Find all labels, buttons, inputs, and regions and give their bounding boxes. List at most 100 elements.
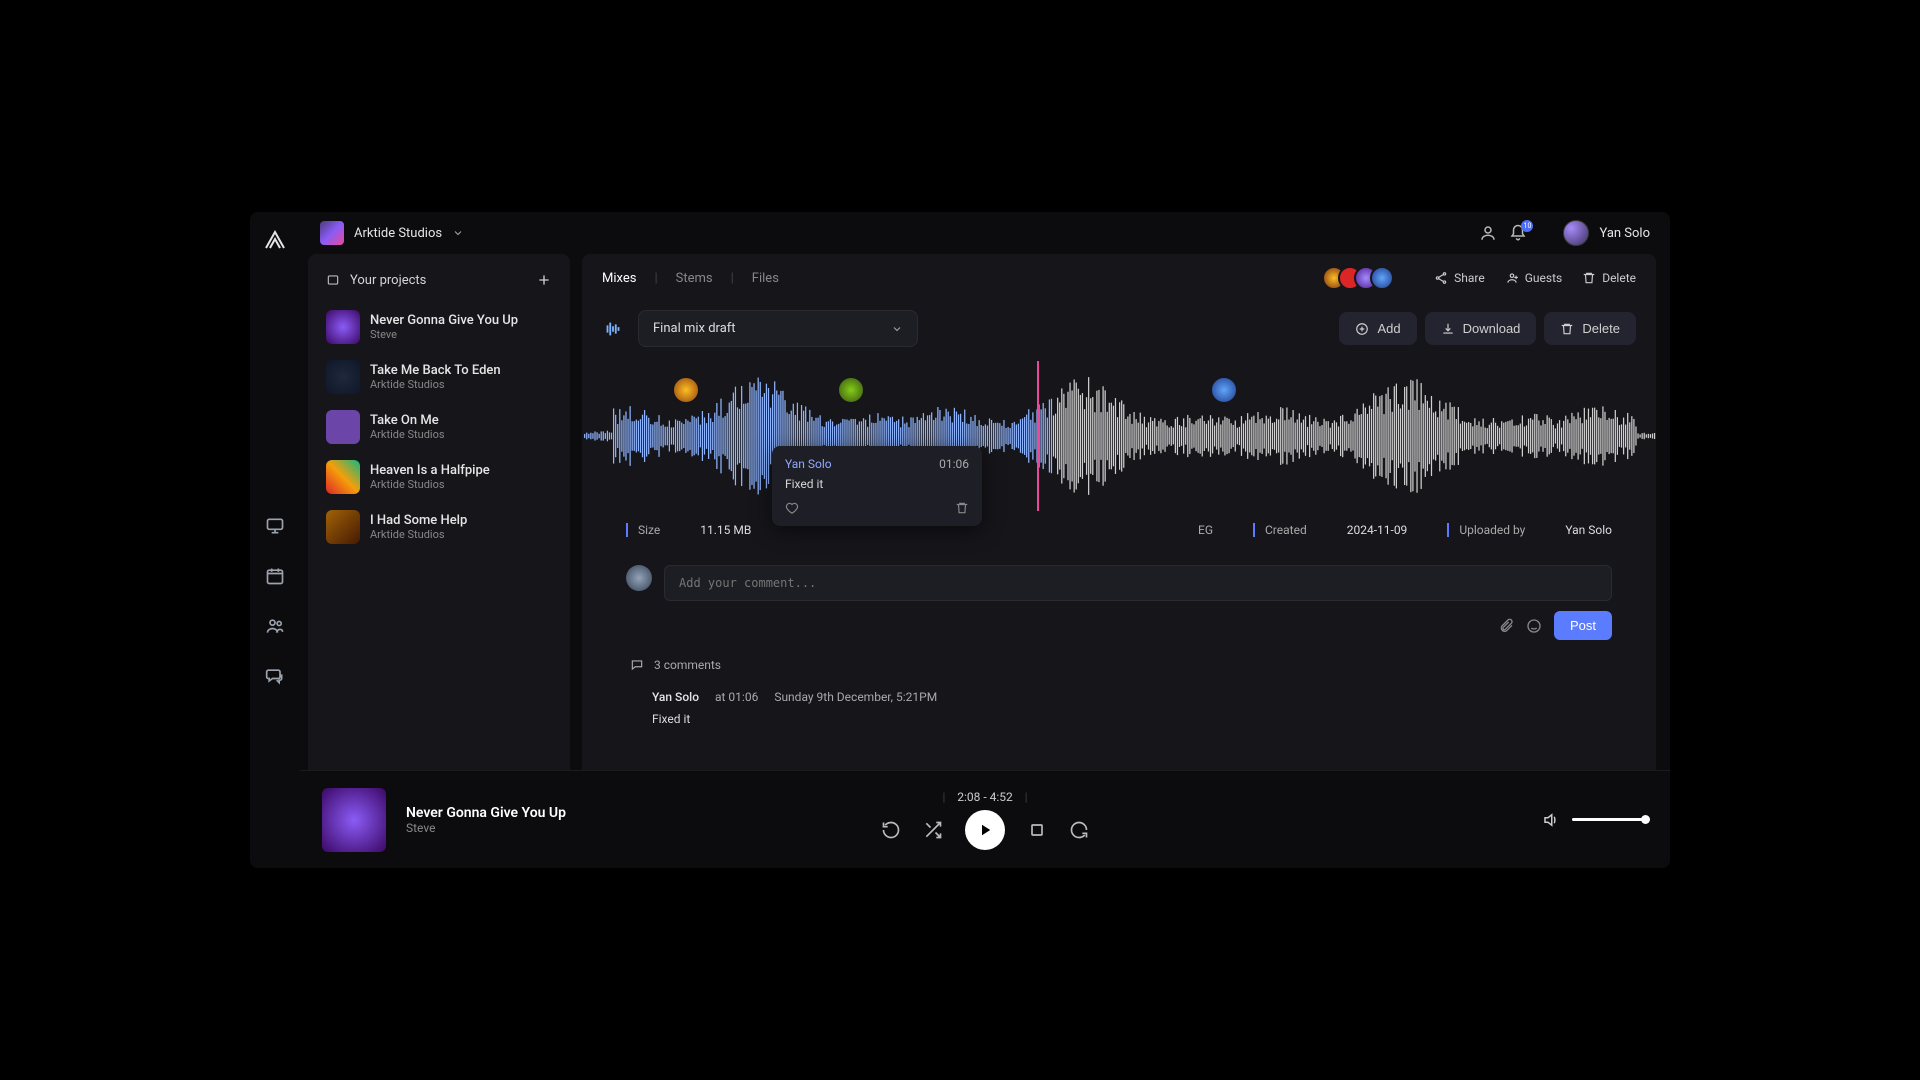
add-mix-button[interactable]: Add bbox=[1339, 312, 1416, 345]
project-thumb bbox=[326, 360, 360, 394]
tab-mixes[interactable]: Mixes bbox=[602, 271, 636, 286]
comment-date: Sunday 9th December, 5:21PM bbox=[774, 690, 937, 704]
workspace-avatar bbox=[320, 221, 344, 245]
collaborator-avatar bbox=[1370, 266, 1394, 290]
playhead[interactable] bbox=[1037, 361, 1039, 511]
main-area: Arktide Studios 10 Yan Solo Your project… bbox=[300, 212, 1670, 868]
nav-calendar-icon[interactable] bbox=[265, 566, 285, 586]
project-title: Never Gonna Give You Up bbox=[370, 313, 518, 328]
folder-icon bbox=[326, 273, 340, 287]
comment-popup: Yan Solo 01:06 Fixed it bbox=[772, 446, 982, 526]
delete-mix-button[interactable]: Delete bbox=[1544, 312, 1636, 345]
meta-format-value: EG bbox=[1198, 523, 1213, 537]
meta-size-label: Size bbox=[638, 523, 660, 537]
comment-entry: Yan Solo at 01:06 Sunday 9th December, 5… bbox=[582, 682, 1656, 734]
forward-button[interactable] bbox=[1069, 820, 1089, 840]
waveform-comment-marker[interactable] bbox=[1210, 376, 1238, 404]
player-artist: Steve bbox=[406, 821, 566, 835]
waveform-comment-marker[interactable] bbox=[837, 376, 865, 404]
projects-title: Your projects bbox=[350, 273, 426, 288]
chevron-down-icon bbox=[452, 227, 464, 239]
tab-stems[interactable]: Stems bbox=[676, 271, 713, 286]
player-bar: Never Gonna Give You Up Steve | 2:08 - 4… bbox=[300, 770, 1670, 868]
add-project-button[interactable] bbox=[536, 272, 552, 288]
meta-created-value: 2024-11-09 bbox=[1347, 523, 1408, 537]
volume-control[interactable] bbox=[1542, 811, 1646, 829]
account-icon[interactable] bbox=[1479, 224, 1497, 242]
player-title: Never Gonna Give You Up bbox=[406, 805, 566, 821]
comment-input[interactable] bbox=[664, 565, 1612, 601]
trash-icon[interactable] bbox=[955, 501, 969, 515]
project-subtitle: Arktide Studios bbox=[370, 428, 445, 441]
mix-select-label: Final mix draft bbox=[653, 321, 736, 336]
share-button[interactable]: Share bbox=[1434, 271, 1485, 285]
project-thumb bbox=[326, 460, 360, 494]
meta-created-label: Created bbox=[1265, 523, 1307, 537]
delete-project-button[interactable]: Delete bbox=[1582, 271, 1636, 285]
user-menu[interactable]: Yan Solo bbox=[1563, 220, 1650, 246]
app-shell: Arktide Studios 10 Yan Solo Your project… bbox=[250, 212, 1670, 868]
project-title: I Had Some Help bbox=[370, 513, 467, 528]
popup-author: Yan Solo bbox=[785, 457, 832, 471]
guests-button[interactable]: Guests bbox=[1505, 271, 1562, 285]
mix-controls-row: Final mix draft Add Download Delete bbox=[582, 302, 1656, 355]
waveform-comment-marker[interactable] bbox=[672, 376, 700, 404]
meta-uploaded-value: Yan Solo bbox=[1565, 523, 1612, 537]
collaborators[interactable] bbox=[1330, 266, 1394, 290]
project-thumb bbox=[326, 510, 360, 544]
detail-tabs: Mixes | Stems | Files bbox=[602, 271, 779, 286]
nav-monitor-icon[interactable] bbox=[265, 516, 285, 536]
project-thumb bbox=[326, 410, 360, 444]
rewind-button[interactable] bbox=[881, 820, 901, 840]
project-item[interactable]: Never Gonna Give You UpSteve bbox=[318, 302, 560, 352]
project-item[interactable]: I Had Some HelpArktide Studios bbox=[318, 502, 560, 552]
tab-files[interactable]: Files bbox=[752, 271, 779, 286]
project-item[interactable]: Take Me Back To EdenArktide Studios bbox=[318, 352, 560, 402]
attachment-icon[interactable] bbox=[1498, 618, 1514, 634]
user-name: Yan Solo bbox=[1599, 226, 1650, 241]
projects-header: Your projects bbox=[318, 268, 560, 302]
detail-header: Mixes | Stems | Files Share Gues bbox=[582, 254, 1656, 302]
volume-slider[interactable] bbox=[1572, 818, 1646, 821]
workspace-selector[interactable]: Arktide Studios bbox=[320, 221, 464, 245]
comment-author: Yan Solo bbox=[652, 690, 699, 704]
app-logo-icon bbox=[261, 226, 289, 254]
play-button[interactable] bbox=[965, 810, 1005, 850]
notifications-icon[interactable]: 10 bbox=[1509, 224, 1527, 242]
project-subtitle: Arktide Studios bbox=[370, 528, 467, 541]
meta-uploaded-label: Uploaded by bbox=[1459, 523, 1525, 537]
heart-icon[interactable] bbox=[785, 501, 799, 515]
project-title: Heaven Is a Halfpipe bbox=[370, 463, 490, 478]
top-bar: Arktide Studios 10 Yan Solo bbox=[300, 212, 1670, 254]
notification-badge: 10 bbox=[1521, 220, 1533, 232]
project-subtitle: Arktide Studios bbox=[370, 378, 501, 391]
comments-count: 3 comments bbox=[582, 648, 1656, 682]
comment-icon bbox=[630, 658, 644, 672]
project-thumb bbox=[326, 310, 360, 344]
project-title: Take Me Back To Eden bbox=[370, 363, 501, 378]
stop-button[interactable] bbox=[1027, 820, 1047, 840]
waveform[interactable]: Yan Solo 01:06 Fixed it bbox=[582, 361, 1656, 511]
player-artwork bbox=[322, 788, 386, 852]
shuffle-button[interactable] bbox=[923, 820, 943, 840]
mix-version-select[interactable]: Final mix draft bbox=[638, 310, 918, 347]
popup-time: 01:06 bbox=[939, 457, 969, 471]
comment-body: Fixed it bbox=[652, 712, 1586, 726]
download-mix-button[interactable]: Download bbox=[1425, 312, 1537, 345]
project-item[interactable]: Take On MeArktide Studios bbox=[318, 402, 560, 452]
workspace-name: Arktide Studios bbox=[354, 226, 442, 241]
project-subtitle: Arktide Studios bbox=[370, 478, 490, 491]
user-avatar bbox=[1563, 220, 1589, 246]
nav-chat-icon[interactable] bbox=[265, 666, 285, 686]
project-item[interactable]: Heaven Is a HalfpipeArktide Studios bbox=[318, 452, 560, 502]
emoji-icon[interactable] bbox=[1526, 618, 1542, 634]
nav-rail bbox=[250, 212, 300, 868]
detail-actions: Share Guests Delete bbox=[1434, 271, 1636, 285]
project-subtitle: Steve bbox=[370, 328, 518, 341]
meta-size-value: 11.15 MB bbox=[700, 523, 751, 537]
nav-people-icon[interactable] bbox=[265, 616, 285, 636]
waveform-icon bbox=[602, 318, 624, 340]
player-time: | 2:08 - 4:52 | bbox=[943, 790, 1028, 804]
file-meta-row: Size 11.15 MB EG Created 2024-11-09 Upload… bbox=[582, 511, 1656, 549]
post-button[interactable]: Post bbox=[1554, 611, 1612, 640]
